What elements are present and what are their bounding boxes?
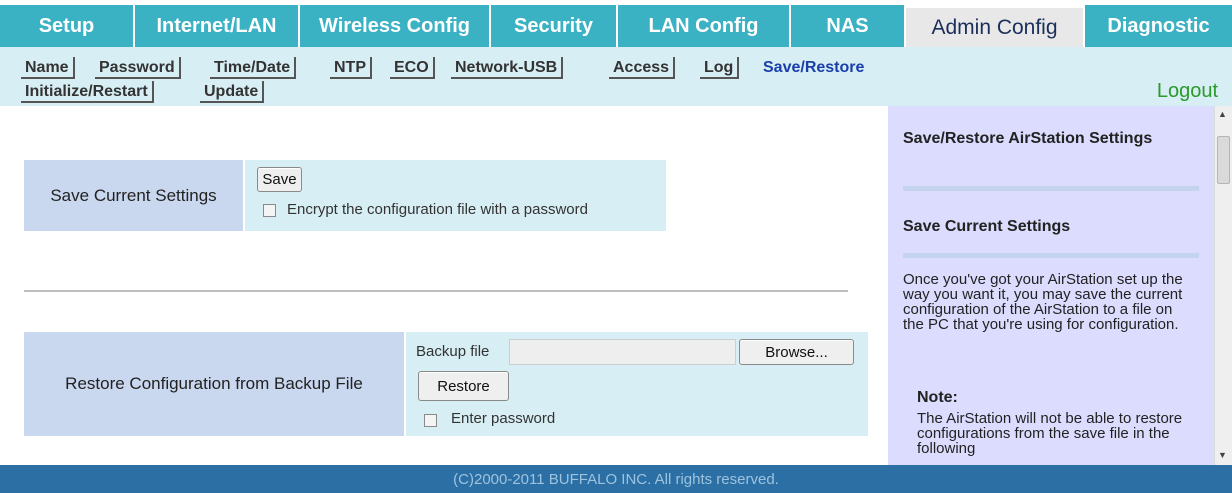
tab-lan-config[interactable]: LAN Config [618, 5, 789, 47]
sub-navigation: Name Password Time/Date NTP ECO Network-… [0, 47, 1232, 106]
main-content: Save Current Settings Save Encrypt the c… [0, 106, 888, 465]
subnav-item-time-date[interactable]: Time/Date [210, 57, 297, 79]
subnav-item-name[interactable]: Name [21, 57, 75, 79]
subnav-item-access[interactable]: Access [609, 57, 676, 79]
encrypt-checkbox[interactable] [263, 204, 276, 217]
help-note-title: Note: [917, 389, 958, 406]
help-divider [903, 186, 1199, 191]
subnav-item-initialize-restart[interactable]: Initialize/Restart [21, 81, 154, 103]
footer: (C)2000-2011 BUFFALO INC. All rights res… [0, 465, 1232, 493]
restore-label: Restore Configuration from Backup File [24, 332, 404, 436]
browse-button[interactable]: Browse... [739, 339, 854, 365]
help-divider [903, 253, 1199, 258]
tab-wireless-config[interactable]: Wireless Config [300, 5, 489, 47]
save-button[interactable]: Save [257, 167, 302, 192]
restore-button[interactable]: Restore [418, 371, 509, 401]
help-note-body: The AirStation will not be able to resto… [917, 410, 1183, 457]
subnav-item-log[interactable]: Log [700, 57, 740, 79]
enter-password-label: Enter password [451, 410, 556, 427]
help-title: Save/Restore AirStation Settings [903, 130, 1153, 147]
tab-security[interactable]: Security [491, 5, 616, 47]
scroll-thumb[interactable] [1217, 136, 1230, 184]
backup-file-label: Backup file [416, 343, 490, 360]
subnav-item-network-usb[interactable]: Network-USB [451, 57, 564, 79]
copyright-text: (C)2000-2011 BUFFALO INC. All rights res… [453, 470, 779, 488]
help-section-title: Save Current Settings [903, 218, 1071, 235]
save-settings-label: Save Current Settings [24, 160, 243, 231]
logout-link[interactable]: Logout [1157, 80, 1218, 103]
restore-field: Backup file Browse... Restore Enter pass… [406, 332, 868, 436]
scroll-up-icon[interactable]: ▲ [1218, 109, 1227, 119]
backup-file-input[interactable] [509, 339, 736, 365]
encrypt-label: Encrypt the configuration file with a pa… [287, 201, 588, 218]
tab-setup[interactable]: Setup [0, 5, 133, 47]
subnav-item-update[interactable]: Update [200, 81, 265, 103]
tab-nas[interactable]: NAS [791, 5, 904, 47]
save-settings-field: Save Encrypt the configuration file with… [245, 160, 666, 231]
scroll-down-icon[interactable]: ▼ [1218, 450, 1227, 460]
top-tab-bar: Setup Internet/LAN Wireless Config Secur… [0, 0, 1232, 50]
help-scrollbar[interactable]: ▲ ▼ [1214, 106, 1232, 465]
subnav-item-ntp[interactable]: NTP [330, 57, 372, 79]
tab-diagnostic[interactable]: Diagnostic [1085, 5, 1232, 47]
section-divider [24, 290, 848, 292]
help-panel: Save/Restore AirStation Settings Save Cu… [888, 106, 1214, 465]
tab-internet-lan[interactable]: Internet/LAN [135, 5, 298, 47]
subnav-item-save-restore[interactable]: Save/Restore [759, 57, 868, 79]
enter-password-checkbox[interactable] [424, 414, 437, 427]
help-body: Once you've got your AirStation set up t… [903, 271, 1183, 333]
tab-admin-config[interactable]: Admin Config [906, 8, 1083, 48]
subnav-item-password[interactable]: Password [95, 57, 181, 79]
subnav-item-eco[interactable]: ECO [390, 57, 435, 79]
